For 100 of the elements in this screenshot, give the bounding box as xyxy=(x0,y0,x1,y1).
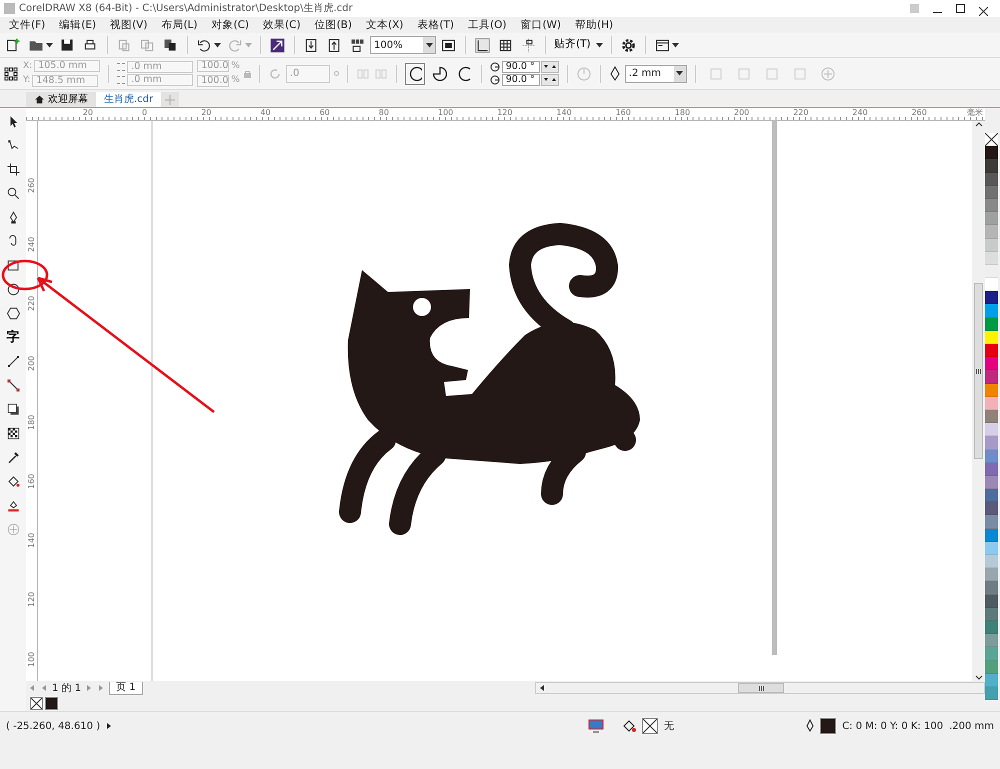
weld-icon[interactable] xyxy=(736,66,752,82)
menu-item[interactable]: 工具(O) xyxy=(460,17,514,33)
no-fill-swatch xyxy=(642,718,658,734)
ruler-label: 260 xyxy=(26,178,37,193)
ruler-label: 180 xyxy=(26,414,37,430)
ruler-label: 100 xyxy=(26,651,37,667)
play-icon[interactable] xyxy=(106,722,112,730)
zoom-dropdown[interactable]: 100% xyxy=(370,36,436,54)
next-page-icon[interactable] xyxy=(85,684,94,692)
menu-item[interactable]: 编辑(E) xyxy=(52,17,104,33)
ruler-label: 180 xyxy=(674,108,690,117)
no-color-swatch[interactable] xyxy=(30,696,43,710)
mirror-vertical-icon[interactable] xyxy=(374,66,388,80)
trim-icon[interactable] xyxy=(764,66,780,82)
annotation-circle xyxy=(1,259,49,291)
spinner-icon[interactable] xyxy=(540,61,559,73)
document-tab[interactable]: 生肖虎.cdr xyxy=(96,92,162,107)
ellipse-mode-button[interactable] xyxy=(404,62,425,84)
caret-icon xyxy=(596,42,603,48)
menu-item[interactable]: 表格(T) xyxy=(410,17,461,33)
crop-icon xyxy=(6,162,20,177)
monitor-icon xyxy=(588,719,604,733)
eyedropper-icon xyxy=(6,450,20,465)
page-tab[interactable]: 页 1 xyxy=(109,682,143,694)
end-angle-field[interactable]: 90.0 ° xyxy=(502,74,540,86)
ruler-label: 240 xyxy=(26,236,37,252)
caret-icon xyxy=(214,42,221,48)
color-swatch[interactable] xyxy=(45,696,58,710)
pen-nib-icon xyxy=(608,66,621,82)
launcher-icon xyxy=(269,36,286,54)
menu-item[interactable]: 文件(F) xyxy=(2,17,52,33)
start-angle-field[interactable]: 90.0 ° xyxy=(502,61,540,73)
scroll-left-icon[interactable] xyxy=(538,684,546,692)
ruler-label: 220 xyxy=(26,296,37,312)
ruler-label: 80 xyxy=(378,108,389,117)
width-icon xyxy=(117,63,126,71)
rectangle-icon xyxy=(6,258,20,273)
close-icon[interactable] xyxy=(979,4,988,13)
paint-bucket-icon xyxy=(6,474,20,489)
outline-width-dropdown[interactable]: .2 mm xyxy=(624,64,687,82)
horizontal-scrollbar[interactable] xyxy=(535,682,985,694)
no-color-swatch[interactable] xyxy=(985,133,998,146)
settings-icon xyxy=(620,36,637,54)
add-icon[interactable] xyxy=(820,66,836,82)
menu-item[interactable]: 布局(L) xyxy=(154,17,204,33)
outline-color-swatch xyxy=(820,718,836,734)
text-tool[interactable]: 字 xyxy=(2,328,24,347)
scroll-down-icon[interactable] xyxy=(974,675,982,681)
fill-value: 无 xyxy=(664,720,674,734)
percent-label: % xyxy=(231,74,240,87)
pen-nib-icon xyxy=(806,719,814,733)
ruler-label: 120 xyxy=(26,592,37,608)
ruler-unit: 毫米 xyxy=(967,108,983,117)
ruler-label: 160 xyxy=(616,108,631,117)
ruler-label: 100 xyxy=(438,108,454,117)
checkerboard-icon xyxy=(6,426,20,441)
hexagon-icon xyxy=(6,306,20,321)
zoom-icon xyxy=(6,186,20,201)
ruler-label: 60 xyxy=(320,108,330,117)
document-tab[interactable]: 欢迎屏幕 xyxy=(26,92,96,107)
ruler-label: 200 xyxy=(734,108,750,117)
y-label: Y: xyxy=(23,74,30,87)
menu-item[interactable]: 视图(V) xyxy=(103,17,154,33)
app-icon xyxy=(4,3,15,14)
home-icon xyxy=(34,94,45,105)
ruler-label: 220 xyxy=(793,108,808,117)
text-align-icon[interactable] xyxy=(708,66,724,82)
ruler-label: 140 xyxy=(556,108,572,117)
spinner-icon[interactable] xyxy=(540,74,559,86)
menu-item[interactable]: 位图(B) xyxy=(308,17,359,33)
ruler-label: 20 xyxy=(82,108,93,117)
mirror-horizontal-icon[interactable] xyxy=(356,66,370,80)
drop-shadow-icon xyxy=(6,402,20,417)
new-tab-icon[interactable] xyxy=(161,92,180,107)
restore-icon[interactable] xyxy=(956,4,965,13)
height-icon xyxy=(117,76,126,84)
menu-item[interactable]: 文本(X) xyxy=(358,17,410,33)
ruler-label: 40 xyxy=(260,108,271,117)
cursor-coordinates: ( -25.260, 48.610 ) xyxy=(6,720,100,734)
menu-item[interactable]: 效果(C) xyxy=(256,17,308,33)
menu-item[interactable]: 帮助(H) xyxy=(568,17,620,33)
vertical-scrollbar[interactable] xyxy=(972,121,985,681)
first-page-icon[interactable] xyxy=(28,684,36,692)
caret-icon xyxy=(672,42,679,48)
snap-dropdown[interactable]: 贴齐(T) xyxy=(552,34,605,56)
last-page-icon[interactable] xyxy=(97,684,106,692)
menu-item[interactable]: 窗口(W) xyxy=(513,17,568,33)
convert-curve-icon[interactable] xyxy=(792,66,808,82)
new-document-icon xyxy=(5,36,22,54)
scroll-up-icon[interactable] xyxy=(974,121,982,127)
prev-page-icon[interactable] xyxy=(40,684,48,692)
grip-icon xyxy=(976,368,981,374)
ruler-label: 240 xyxy=(852,108,868,117)
caret-icon xyxy=(245,42,252,48)
ruler-label: 200 xyxy=(26,355,37,371)
menu-item[interactable]: 对象(C) xyxy=(204,17,256,33)
caret-icon xyxy=(674,66,686,82)
window-title: CorelDRAW X8 (64-Bit) - C:\Users\Administrator\Desktop\生肖虎.cdr xyxy=(19,2,353,16)
ellipse-icon xyxy=(6,282,20,297)
rotate-icon xyxy=(268,66,282,80)
